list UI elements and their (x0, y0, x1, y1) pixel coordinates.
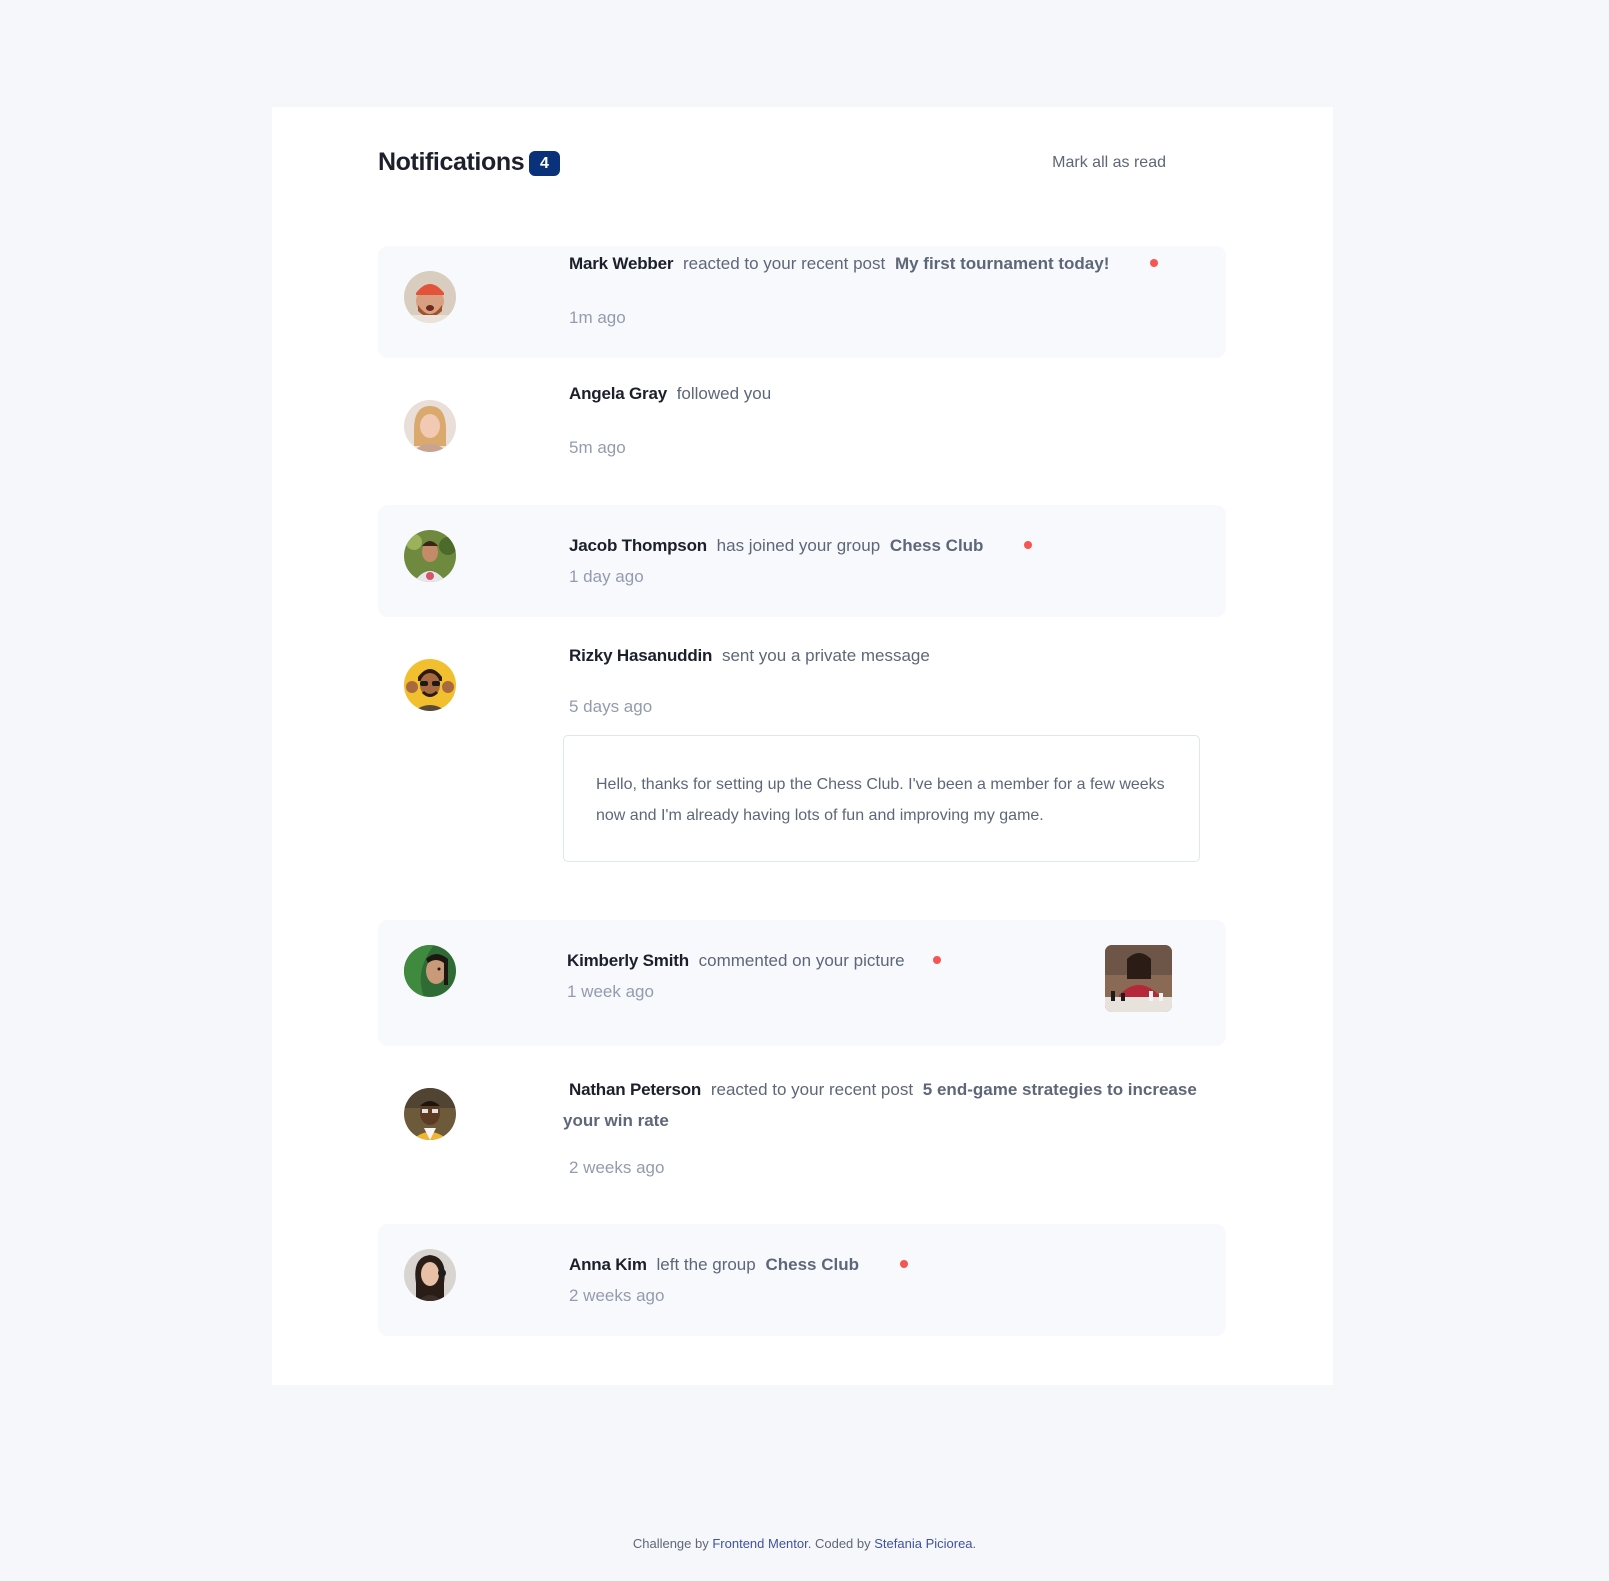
user-name-link[interactable]: Rizky Hasanuddin (569, 646, 712, 665)
unread-dot (1150, 258, 1159, 267)
notification-time: 5m ago (569, 438, 626, 457)
user-name-link[interactable]: Mark Webber (569, 254, 673, 273)
notification-item[interactable]: Nathan Peterson reacted to your recent p… (378, 1078, 1226, 1194)
notification-text: Nathan Peterson reacted to your recent p… (569, 1074, 1197, 1105)
avatar-angela-gray[interactable] (404, 400, 456, 452)
attribution-footer: Challenge by Frontend Mentor. Coded by S… (0, 1536, 1609, 1551)
avatar-mark-webber[interactable] (404, 271, 456, 323)
avatar-jacob-thompson[interactable] (404, 530, 456, 582)
notification-action: reacted to your recent post (682, 254, 886, 273)
user-name-link[interactable]: Jacob Thompson (569, 536, 707, 555)
notification-time: 2 weeks ago (569, 1158, 665, 1177)
notification-item[interactable]: Mark Webber reacted to your recent post … (378, 246, 1226, 358)
notification-item[interactable]: Angela Gray followed you 5m ago (378, 376, 1226, 488)
user-name-link[interactable]: Anna Kim (569, 1255, 647, 1274)
notification-action: reacted to your recent post (710, 1080, 914, 1099)
commented-picture-thumbnail[interactable] (1105, 945, 1172, 1012)
notification-item[interactable]: Kimberly Smith commented on your picture… (378, 920, 1226, 1046)
post-link-continued[interactable]: your win rate (563, 1111, 669, 1130)
unread-count-badge: 4 (529, 151, 560, 176)
notification-action: left the group (656, 1255, 756, 1274)
user-name-link[interactable]: Angela Gray (569, 384, 667, 403)
user-name-link[interactable]: Kimberly Smith (567, 951, 689, 970)
unread-dot (1024, 540, 1033, 549)
footer-middle: . Coded by (807, 1536, 871, 1551)
footer-prefix: Challenge by (632, 1536, 709, 1551)
footer-suffix: . (972, 1536, 977, 1551)
notification-action: followed you (676, 384, 772, 403)
group-link[interactable]: Chess Club (890, 536, 984, 555)
notification-text: Jacob Thompson has joined your group Che… (569, 530, 1033, 561)
notifications-header: Notifications 4 Mark all as read (378, 140, 1166, 190)
mark-all-as-read-button[interactable]: Mark all as read (1052, 154, 1166, 172)
user-name-link[interactable]: Nathan Peterson (569, 1080, 701, 1099)
notification-time: 1m ago (569, 308, 626, 327)
notification-text: Kimberly Smith commented on your picture (567, 945, 942, 976)
notification-action: has joined your group (716, 536, 881, 555)
post-link[interactable]: 5 end-game strategies to increase (923, 1080, 1197, 1099)
notification-action: sent you a private message (721, 646, 930, 665)
avatar-rizky-hasanuddin[interactable] (404, 659, 456, 711)
author-link[interactable]: Stefania Piciorea (874, 1536, 972, 1551)
notification-text: Mark Webber reacted to your recent post … (569, 248, 1159, 279)
notification-text: Rizky Hasanuddin sent you a private mess… (569, 640, 930, 671)
unread-dot (899, 1259, 908, 1268)
notification-time: 2 weeks ago (569, 1286, 665, 1305)
page-title: Notifications (378, 148, 525, 176)
notification-time: 5 days ago (569, 697, 653, 716)
post-link[interactable]: My first tournament today! (895, 254, 1109, 273)
avatar-kimberly-smith[interactable] (404, 945, 456, 997)
avatar-anna-kim[interactable] (404, 1249, 456, 1301)
notification-item[interactable]: Anna Kim left the group Chess Club 2 wee… (378, 1224, 1226, 1336)
notification-action: commented on your picture (698, 951, 905, 970)
notification-time: 1 day ago (569, 567, 644, 586)
frontend-mentor-link[interactable]: Frontend Mentor (712, 1536, 807, 1551)
unread-dot (933, 955, 942, 964)
private-message[interactable]: Hello, thanks for setting up the Chess C… (563, 735, 1200, 862)
avatar-nathan-peterson[interactable] (404, 1088, 456, 1140)
notification-time: 1 week ago (567, 982, 654, 1001)
notification-item[interactable]: Jacob Thompson has joined your group Che… (378, 505, 1226, 617)
notification-text: Angela Gray followed you (569, 378, 771, 409)
notification-text-continued: your win rate (563, 1105, 669, 1136)
notification-text: Anna Kim left the group Chess Club (569, 1249, 908, 1280)
group-link[interactable]: Chess Club (765, 1255, 859, 1274)
